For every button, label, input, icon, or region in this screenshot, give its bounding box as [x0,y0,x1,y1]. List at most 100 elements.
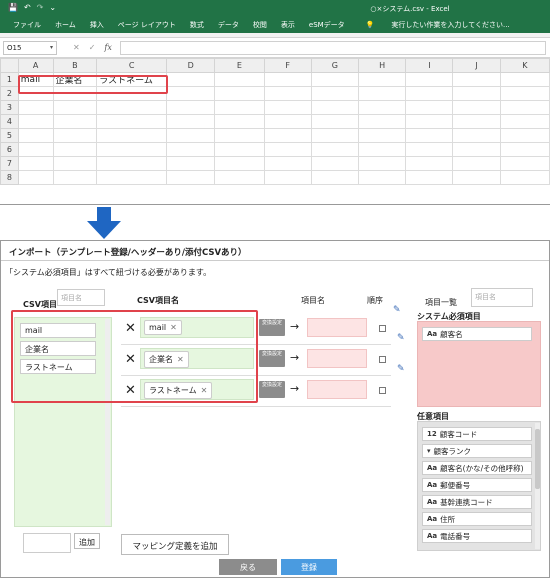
window-title: ○×システム.csv - Excel [370,5,450,13]
text-field-icon: Aa [427,532,438,540]
column-header[interactable]: F [263,58,312,73]
arrow-right-icon: → [290,351,300,364]
formula-input[interactable] [119,40,546,55]
column-header[interactable]: A [17,58,54,73]
item-chip-label: 電話番号 [440,531,471,541]
item-drop-slot[interactable] [307,349,367,368]
row-header[interactable]: 8 [0,170,19,185]
item-chip[interactable]: Aa 住所 [422,512,532,526]
excel-window: 💾 ↶ ↷ ⌄ ○×システム.csv - Excel ファイル ホーム 挿入 ペ… [0,0,550,205]
csv-item-filter-input[interactable]: 項目名 [57,289,105,306]
text-field-icon: Aa [427,481,438,489]
item-filter-input[interactable]: 項目名 [471,288,533,307]
item-chip-label: 郵便番号 [440,480,471,490]
convert-settings-button[interactable]: 変換設定 [259,381,285,398]
cell[interactable] [263,72,312,87]
tab-page-layout[interactable]: ページ レイアウト [111,20,183,30]
row-header[interactable]: 6 [0,142,19,157]
item-chip[interactable]: Aa 基幹連携コード [422,495,532,509]
item-chip[interactable]: Aa 郵便番号 [422,478,532,492]
item-chip-label: 基幹連携コード [440,497,493,507]
item-chip[interactable]: Aa 顧客名 [422,327,532,341]
select-all-corner[interactable] [0,58,19,73]
item-drop-slot[interactable] [307,380,367,399]
edit-icon[interactable]: ✎ [397,364,405,374]
tab-data[interactable]: データ [211,20,246,30]
name-box[interactable]: O15 ▾ [3,40,57,55]
tab-formulas[interactable]: 数式 [183,20,211,30]
row-header[interactable]: 4 [0,114,19,129]
row-header[interactable]: 2 [0,86,19,101]
table-row: 3 [0,100,550,115]
row-header[interactable]: 7 [0,156,19,171]
cancel-icon[interactable]: ✕ [73,43,80,52]
mapping-highlight [11,310,258,403]
required-note: 「システム必須項目」はすべて紐づける必要があります。 [5,268,212,277]
chevron-down-icon[interactable]: ▾ [50,44,53,51]
tab-view[interactable]: 表示 [274,20,302,30]
cell[interactable] [214,72,265,87]
text-field-icon: Aa [427,330,438,338]
back-button[interactable]: 戻る [219,559,277,575]
row-divider [121,406,391,407]
item-chip[interactable]: Aa 顧客名(かな/その他呼称) [422,461,532,475]
number-field-icon: 12 [427,430,437,438]
column-header[interactable]: G [310,58,360,73]
cell[interactable] [452,72,501,87]
edit-icon[interactable]: ✎ [393,305,401,315]
order-checkbox[interactable] [379,325,386,332]
convert-settings-button[interactable]: 変換設定 [259,350,285,367]
column-header[interactable]: C [96,58,168,73]
item-drop-slot[interactable] [307,318,367,337]
down-arrow-icon [87,207,121,239]
item-list-header: 項目一覧 [425,298,457,307]
column-header[interactable]: H [358,58,407,73]
edit-icon[interactable]: ✎ [397,333,405,343]
optional-scrollbar-thumb[interactable] [535,429,540,489]
order-checkbox[interactable] [379,356,386,363]
check-icon[interactable]: ✓ [89,43,96,52]
arrow-right-icon: → [290,382,300,395]
tab-esm-data[interactable]: eSMデータ [302,20,352,30]
tell-me-box[interactable]: 💡 実行したい作業を入力してください... [352,20,524,30]
item-chip[interactable]: 12 顧客コード [422,427,532,441]
add-button[interactable]: 追加 [74,533,100,549]
row-header[interactable]: 1 [0,72,19,87]
table-row: 5 [0,128,550,143]
ribbon-tabs: ファイル ホーム 挿入 ページ レイアウト 数式 データ 校閲 表示 eSMデー… [0,17,550,33]
cell[interactable] [405,72,454,87]
cell[interactable] [166,72,216,87]
item-chip[interactable]: Aa 電話番号 [422,529,532,543]
add-mapping-button[interactable]: マッピング定義を追加 [121,534,229,555]
item-name-header: 項目名 [301,296,325,305]
column-header[interactable]: E [214,58,265,73]
item-chip[interactable]: ▾ 顧客ランク [422,444,532,458]
mapping-header: CSV項目名 [137,296,179,305]
column-header[interactable]: B [52,58,98,73]
column-header-row: A B C D E F G H I J K [0,58,550,73]
tab-insert[interactable]: 挿入 [83,20,111,30]
tab-review[interactable]: 校閲 [246,20,274,30]
row-header[interactable]: 3 [0,100,19,115]
column-header[interactable]: I [405,58,454,73]
cell[interactable] [310,72,360,87]
convert-settings-button[interactable]: 変換設定 [259,319,285,336]
name-box-value: O15 [7,43,22,52]
dialog-title: インポート（テンプレート登録/ヘッダーあり/添付CSVあり） [1,241,549,261]
formula-buttons: ✕ ✓ fx [73,43,112,52]
tab-home[interactable]: ホーム [48,20,83,30]
register-button[interactable]: 登録 [281,559,337,575]
arrow-right-icon: → [290,320,300,333]
column-header[interactable]: D [166,58,216,73]
cell[interactable] [499,72,550,87]
tab-file[interactable]: ファイル [6,20,48,30]
column-header[interactable]: K [499,58,550,73]
new-csv-item-input[interactable] [23,533,71,553]
column-header[interactable]: J [452,58,501,73]
cell[interactable] [358,72,407,87]
table-row: 7 [0,156,550,171]
row-header[interactable]: 5 [0,128,19,143]
order-checkbox[interactable] [379,387,386,394]
fx-icon[interactable]: fx [104,43,111,52]
item-chip-label: 顧客コード [439,429,478,439]
